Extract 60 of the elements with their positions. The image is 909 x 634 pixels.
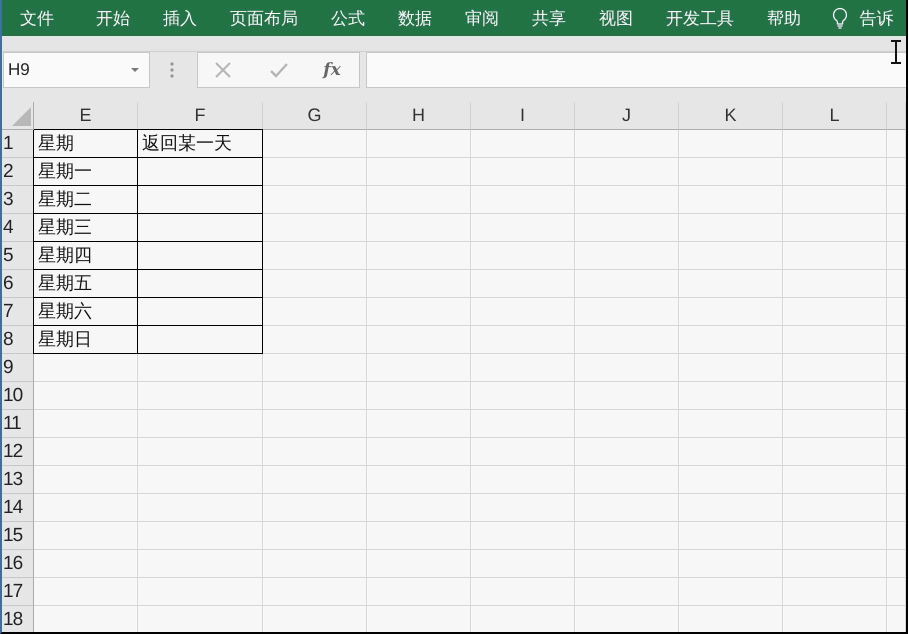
- triangle-icon[interactable]: [12, 107, 31, 126]
- cross-icon: [215, 62, 231, 78]
- column-header[interactable]: F: [138, 102, 263, 130]
- ribbon-tab[interactable]: 审阅: [448, 0, 516, 36]
- ribbon-tab[interactable]: 帮助: [750, 0, 818, 36]
- row-header[interactable]: 12: [2, 438, 34, 466]
- ribbon-tab[interactable]: 文件: [2, 0, 70, 36]
- table-cell[interactable]: 星期二: [34, 186, 138, 214]
- grip-icon[interactable]: [170, 62, 174, 78]
- table-cell[interactable]: 星期日: [34, 326, 138, 354]
- row-header[interactable]: 13: [2, 466, 34, 494]
- row-header[interactable]: 7: [2, 298, 34, 326]
- column-header[interactable]: G: [263, 102, 367, 130]
- ribbon-tab[interactable]: 开始: [80, 0, 146, 36]
- row-header[interactable]: 2: [2, 158, 34, 186]
- formula-input[interactable]: [366, 52, 906, 88]
- row-header[interactable]: 11: [2, 410, 34, 438]
- ribbon-tab[interactable]: 公式: [314, 0, 382, 36]
- ribbon-tab[interactable]: 共享: [516, 0, 582, 36]
- column-header[interactable]: E: [34, 102, 138, 130]
- row-header[interactable]: 14: [2, 494, 34, 522]
- insert-function-button[interactable]: fx: [321, 59, 343, 81]
- ribbon-tab[interactable]: 页面布局: [214, 0, 314, 36]
- caret-icon[interactable]: [131, 68, 139, 72]
- ribbon-tab[interactable]: 插入: [146, 0, 214, 36]
- row-header[interactable]: 9: [2, 354, 34, 382]
- name-box[interactable]: H9: [3, 52, 150, 88]
- column-header[interactable]: I: [471, 102, 575, 130]
- text-cursor-icon: [890, 40, 902, 64]
- row-header[interactable]: 17: [2, 578, 34, 606]
- tell-me-button[interactable]: 告诉: [848, 0, 894, 36]
- table-cell[interactable]: [138, 326, 263, 354]
- column-header[interactable]: [887, 102, 906, 130]
- row-header[interactable]: 3: [2, 186, 34, 214]
- column-header[interactable]: J: [575, 102, 679, 130]
- column-header[interactable]: L: [783, 102, 887, 130]
- row-header[interactable]: 8: [2, 326, 34, 354]
- table-cell[interactable]: 星期: [34, 130, 138, 158]
- row-header[interactable]: 1: [2, 130, 34, 158]
- row-header[interactable]: 5: [2, 242, 34, 270]
- row-header[interactable]: 15: [2, 522, 34, 550]
- row-header[interactable]: 4: [2, 214, 34, 242]
- row-header[interactable]: 18: [2, 606, 34, 632]
- table-cell[interactable]: 星期一: [34, 158, 138, 186]
- row-header[interactable]: 6: [2, 270, 34, 298]
- check-icon: [270, 62, 288, 78]
- ribbon-tab[interactable]: 数据: [382, 0, 448, 36]
- column-header[interactable]: H: [367, 102, 471, 130]
- lightbulb-icon[interactable]: [832, 7, 848, 29]
- ribbon-tab[interactable]: 视图: [582, 0, 650, 36]
- ribbon-tab[interactable]: 开发工具: [650, 0, 750, 36]
- table-cell[interactable]: 返回某一天: [138, 130, 263, 158]
- table-cell[interactable]: 星期六: [34, 298, 138, 326]
- table-cell[interactable]: 星期三: [34, 214, 138, 242]
- column-header[interactable]: K: [679, 102, 783, 130]
- row-header[interactable]: 16: [2, 550, 34, 578]
- row-header[interactable]: 10: [2, 382, 34, 410]
- table-cell[interactable]: 星期四: [34, 242, 138, 270]
- name-box-text: H9: [8, 60, 30, 80]
- table-cell[interactable]: 星期五: [34, 270, 138, 298]
